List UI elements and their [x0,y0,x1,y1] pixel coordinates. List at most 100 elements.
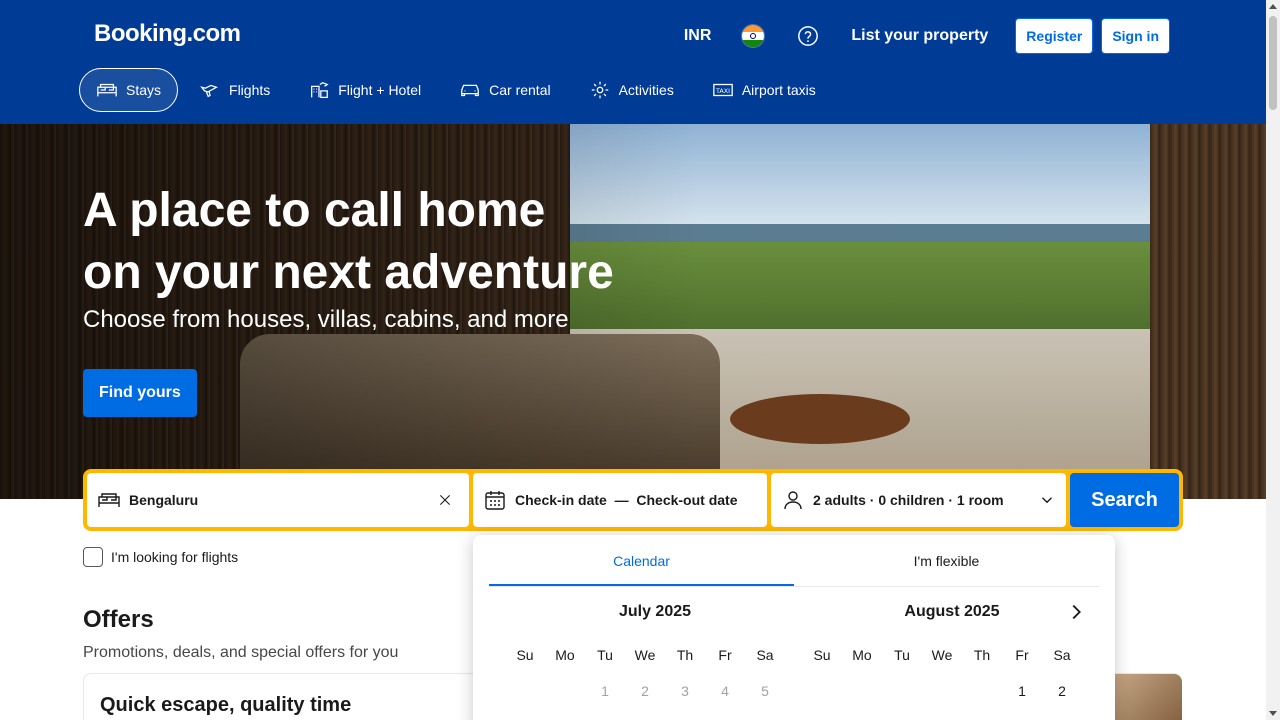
scrollbar-thumb[interactable] [1269,16,1277,110]
weekday: Mo [852,647,872,663]
nav-airport-taxis[interactable]: TAXI Airport taxis [695,68,833,112]
offer-image[interactable] [1112,674,1182,720]
nav-label: Car rental [489,82,551,98]
weekday: Th [973,647,991,663]
find-yours-button[interactable]: Find yours [83,369,197,417]
dates-value: Check-in date — Check-out date [515,492,738,508]
weekday: Sa [756,647,774,663]
days-row: 1 2 3 4 5 [505,683,805,699]
list-your-property-link[interactable]: List your property [851,27,988,45]
nav-label: Flight + Hotel [338,82,422,98]
activities-icon [591,81,608,99]
month-title: July 2025 [618,603,692,620]
scroll-up-arrow[interactable] [1269,4,1277,9]
header: Booking.com INR List your property Regis… [0,0,1266,124]
weekday: Su [813,647,831,663]
hero-title: A place to call home on your next adventu… [83,184,614,299]
flights-checkbox[interactable]: I'm looking for flights [83,547,238,567]
day-cell: 1 [601,683,609,699]
weekday: Th [676,647,694,663]
day-cell[interactable]: 1 [1002,683,1042,699]
weekday: Tu [597,647,613,663]
day-cell [922,683,962,699]
calendar-popup: Calendar I'm flexible July 2025 Su Mo Tu… [473,535,1115,720]
day-cell [545,683,585,699]
chevron-right-icon[interactable] [1065,601,1087,623]
weekday: Tu [894,647,910,663]
day-cell [882,683,922,699]
weekday: Mo [555,647,575,663]
plane-icon [200,84,219,98]
day-cell[interactable]: 2 [1042,683,1082,699]
weekday: Fr [718,647,732,663]
nav-label: Activities [618,82,674,98]
india-flag-icon[interactable] [741,24,766,48]
search-button[interactable]: Search [1070,473,1179,527]
month-august: August 2025 Su Mo Tu We Th Fr Sa 1 2 [802,603,1102,699]
nav-flight-hotel[interactable]: Flight + Hotel [291,68,438,112]
destination-field[interactable]: Bengaluru [87,473,469,527]
day-cell [505,683,545,699]
nav-car-rental[interactable]: Car rental [442,68,567,112]
day-cell [962,683,1002,699]
flight-hotel-icon [311,81,329,98]
nav-label: Airport taxis [741,82,816,98]
month-july: July 2025 Su Mo Tu We Th Fr Sa 1 2 3 4 5 [505,603,805,699]
scroll-down-arrow[interactable] [1269,711,1277,716]
offer-card-title: Quick escape, quality time [100,694,352,716]
bed-icon [97,83,117,97]
help-icon[interactable] [797,25,819,47]
booking-logo[interactable]: Booking.com [94,20,241,48]
weekday: Su [516,647,534,663]
month-title: August 2025 [904,603,1000,620]
flights-checkbox-label: I'm looking for flights [111,549,239,565]
tab-calendar[interactable]: Calendar [489,535,794,586]
nav-activities[interactable]: Activities [572,68,691,112]
checkbox-box[interactable] [83,547,103,567]
weekday-row: Su Mo Tu We Th Fr Sa [505,647,805,663]
calendar-tabs: Calendar I'm flexible [489,535,1099,587]
guests-value: 2 adults · 0 children · 1 room [813,492,1004,508]
person-icon [784,491,802,510]
offers-title: Offers [83,606,154,633]
register-button[interactable]: Register [1015,18,1094,54]
nav-flights[interactable]: Flights [182,68,287,112]
svg-text:TAXI: TAXI [715,87,730,95]
day-cell [802,683,842,699]
chevron-down-icon [1042,497,1052,504]
clear-icon[interactable] [437,492,453,508]
day-cell: 3 [681,683,689,699]
day-cell: 4 [721,683,729,699]
product-nav: Stays Flights Flight + Hotel Car rental … [79,68,837,112]
hero-banner: A place to call home on your next adventu… [0,124,1266,499]
dates-field[interactable]: Check-in date — Check-out date [473,473,767,527]
weekday: We [931,647,953,663]
sign-in-button[interactable]: Sign in [1101,18,1170,54]
hero-subtitle: Choose from houses, villas, cabins, and … [83,306,569,333]
bed-icon [98,493,120,507]
currency-selector[interactable]: INR [684,27,712,45]
nav-label: Stays [126,82,162,98]
nav-label: Flights [229,82,271,98]
days-row: 1 2 [802,683,1102,699]
day-cell: 5 [761,683,769,699]
taxi-icon: TAXI [713,83,733,97]
hero-table [730,394,910,444]
day-cell: 2 [641,683,649,699]
page-scrollbar[interactable] [1266,0,1280,720]
tab-flexible[interactable]: I'm flexible [794,535,1099,586]
weekday: Sa [1053,647,1071,663]
header-actions: INR List your property Register Sign in [684,18,1170,54]
car-icon [461,84,480,97]
weekday: We [634,647,656,663]
search-bar: Bengaluru Check-in date — Check-out date… [83,469,1183,531]
weekday-row: Su Mo Tu We Th Fr Sa [802,647,1102,663]
weekday: Fr [1015,647,1029,663]
day-cell [842,683,882,699]
offers-subtitle: Promotions, deals, and special offers fo… [83,644,399,661]
guests-field[interactable]: 2 adults · 0 children · 1 room [771,473,1066,527]
calendar-icon [485,491,505,510]
nav-stays[interactable]: Stays [79,68,179,112]
destination-value: Bengaluru [129,492,199,508]
hero-wood-wall-right [1150,124,1266,499]
